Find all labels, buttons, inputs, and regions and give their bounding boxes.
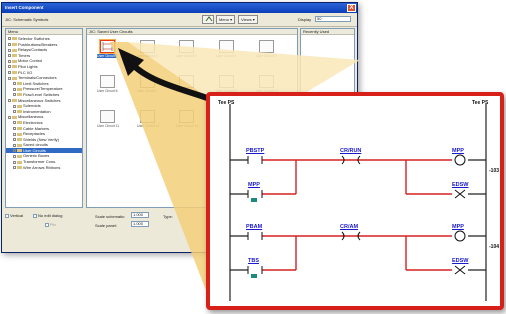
ladder-diagram [229, 104, 487, 301]
right-rail-label: Tee PS [472, 100, 489, 106]
rung2-coil-tag: CR/AM [340, 224, 359, 230]
rung1-output2-tag: EDSW [452, 182, 469, 188]
rung1-output1-tag: MPP [452, 148, 464, 154]
rung2-output1-tag: MPP [452, 224, 464, 230]
rung1-contact2-tag: MPP [248, 182, 260, 188]
contact-symbol-icon [247, 190, 263, 202]
rung1-contact1-tag: PBSTP [246, 148, 265, 154]
contact-symbol-icon [247, 266, 263, 278]
contact-symbol-icon [247, 156, 263, 164]
rung1-reference: -103 [489, 168, 500, 174]
rung-2 [230, 230, 486, 278]
rung2-output2-tag: EDSW [452, 258, 469, 264]
rung1-coil-tag: CR/RUN [340, 148, 362, 154]
rung2-reference: -104 [489, 244, 500, 250]
left-rail-label: Tee PS [218, 100, 235, 106]
circuit-zoom-panel: Tee PS Tee PS PBSTP MPP CR/RUN MPP EDSW … [206, 92, 504, 310]
contact-symbol-icon [247, 232, 263, 240]
rung2-contact2-tag: TBS [248, 258, 259, 264]
output-symbol-icon [454, 265, 466, 275]
output-symbol-icon [454, 189, 466, 199]
output-symbol-icon [454, 230, 466, 242]
output-symbol-icon [454, 154, 466, 166]
rung2-contact1-tag: PBAM [246, 224, 263, 230]
rung-1 [229, 154, 486, 202]
